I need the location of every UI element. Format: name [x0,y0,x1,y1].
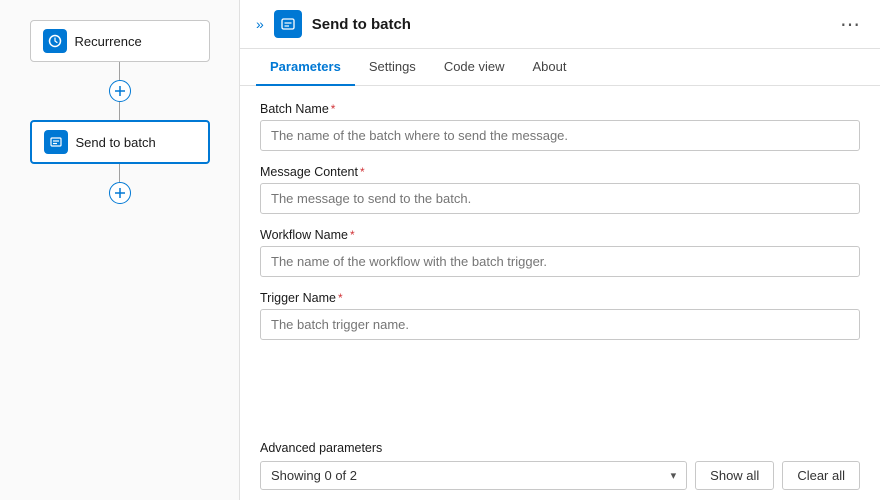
add-after-button[interactable] [109,182,131,204]
batch-name-required: * [331,102,336,116]
recurrence-label: Recurrence [75,34,142,49]
tab-about[interactable]: About [519,49,581,86]
connector-line-1 [119,62,120,80]
form-area: Batch Name * Message Content * Workflow … [240,86,880,441]
advanced-parameters-label: Advanced parameters [260,441,860,455]
bottom-section: Advanced parameters Showing 0 of 2 ▾ Sho… [240,441,880,500]
tab-settings[interactable]: Settings [355,49,430,86]
workflow-name-group: Workflow Name * [260,228,860,277]
trigger-name-group: Trigger Name * [260,291,860,340]
right-panel: » Send to batch ⋯ Parameters Settings Co… [240,0,880,500]
dropdown-chevron-icon: ▾ [671,469,677,482]
panel-title: Send to batch [312,16,826,33]
send-to-batch-label: Send to batch [76,135,156,150]
more-options-button[interactable]: ⋯ [836,12,864,37]
left-panel: Recurrence Send to batch [0,0,240,500]
connector-1 [109,62,131,120]
message-content-required: * [360,165,365,179]
workflow-name-input[interactable] [260,246,860,277]
connector-line-3 [119,164,120,182]
tab-code-view[interactable]: Code view [430,49,519,86]
collapse-chevron[interactable]: » [256,16,264,32]
showing-dropdown[interactable]: Showing 0 of 2 ▾ [260,461,687,490]
showing-text: Showing 0 of 2 [271,468,357,483]
clear-all-button[interactable]: Clear all [782,461,860,490]
tabs-bar: Parameters Settings Code view About [240,49,880,86]
bottom-controls: Showing 0 of 2 ▾ Show all Clear all [260,461,860,490]
batch-name-input[interactable] [260,120,860,151]
send-to-batch-node[interactable]: Send to batch [30,120,210,164]
batch-name-label: Batch Name * [260,102,860,116]
message-content-group: Message Content * [260,165,860,214]
workflow-name-label: Workflow Name * [260,228,860,242]
panel-header: » Send to batch ⋯ [240,0,880,49]
recurrence-icon [43,29,67,53]
show-all-button[interactable]: Show all [695,461,774,490]
recurrence-node[interactable]: Recurrence [30,20,210,62]
trigger-name-label: Trigger Name * [260,291,860,305]
batch-name-group: Batch Name * [260,102,860,151]
workflow-name-required: * [350,228,355,242]
trigger-name-input[interactable] [260,309,860,340]
connector-2 [109,164,131,204]
add-between-button[interactable] [109,80,131,102]
trigger-name-required: * [338,291,343,305]
panel-header-icon [274,10,302,38]
send-to-batch-icon [44,130,68,154]
connector-line-2 [119,102,120,120]
tab-parameters[interactable]: Parameters [256,49,355,86]
message-content-input[interactable] [260,183,860,214]
message-content-label: Message Content * [260,165,860,179]
